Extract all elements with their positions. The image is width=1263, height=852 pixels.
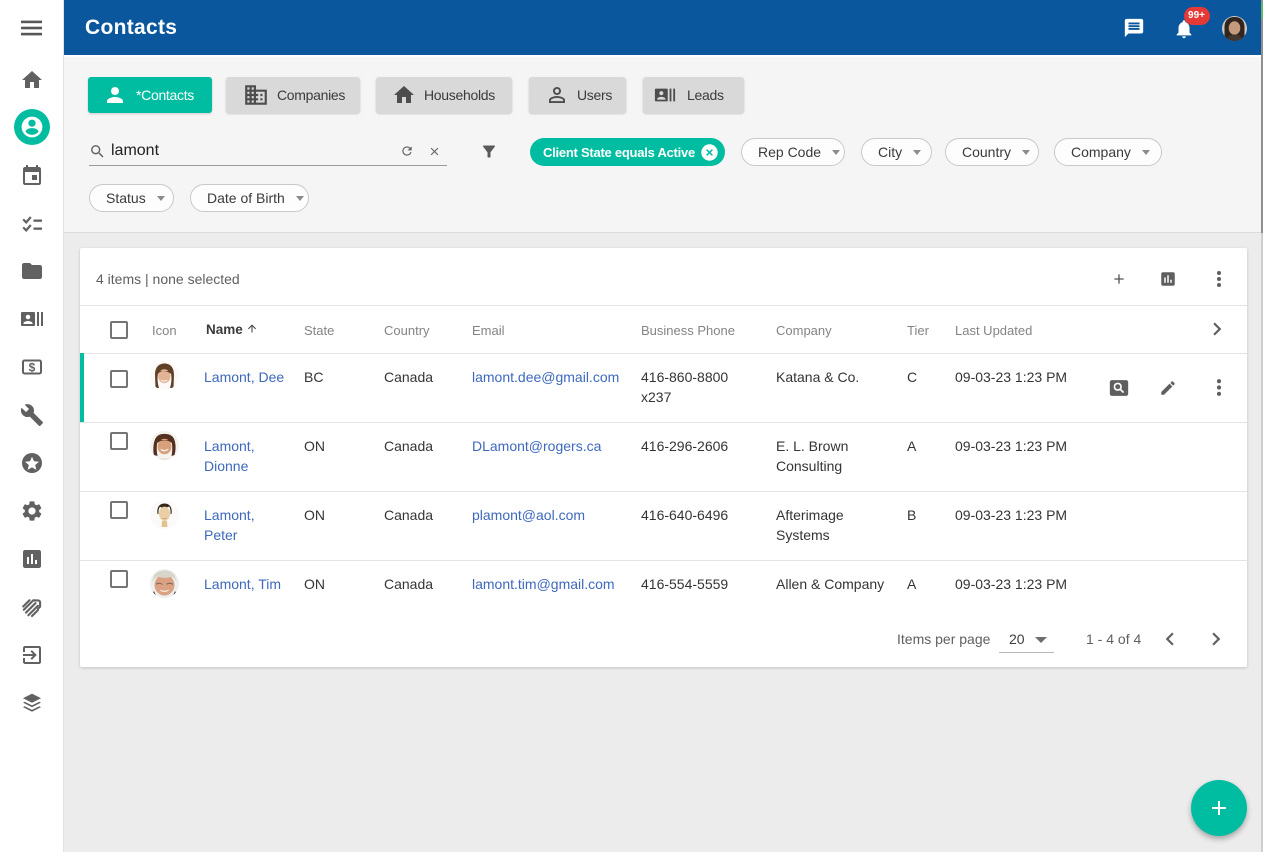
svg-text:$: $ [29,361,36,375]
